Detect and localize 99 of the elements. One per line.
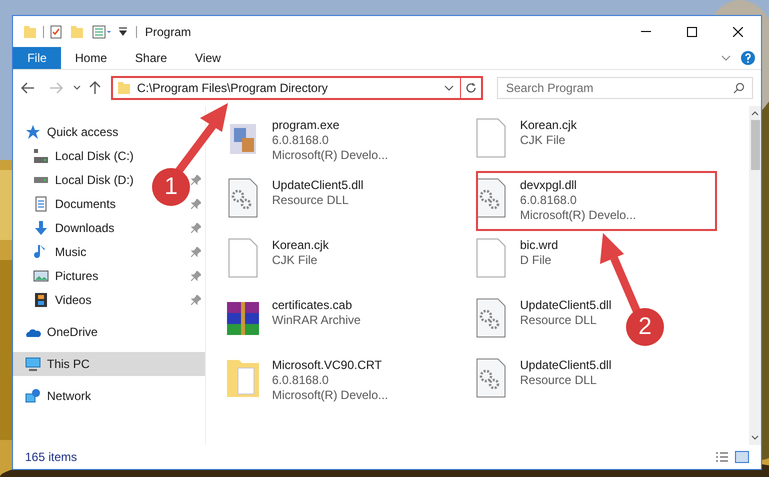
file-name: UpdateClient5.dll	[520, 298, 612, 313]
details-view-icon[interactable]	[715, 452, 729, 462]
help-icon[interactable]	[741, 51, 755, 65]
pin-icon[interactable]	[191, 271, 201, 281]
file-name: program.exe	[272, 118, 340, 133]
checkmark-document-icon[interactable]	[50, 24, 62, 38]
file-name: Korean.cjk	[272, 238, 329, 253]
up-arrow-icon[interactable]	[89, 81, 101, 95]
gear-file-icon	[226, 178, 260, 218]
drive-icon	[33, 148, 49, 164]
file-detail: Microsoft(R) Develo...	[272, 388, 388, 403]
scroll-down-icon[interactable]	[751, 435, 759, 441]
star-icon	[25, 124, 41, 140]
window-title: Program	[145, 24, 192, 40]
dropdown-icon[interactable]	[118, 27, 128, 36]
address-bar[interactable]: C:\Program Files\Program Directory	[111, 76, 483, 100]
sidebar-item[interactable]: Videos	[55, 291, 92, 309]
blank-file-icon	[474, 238, 508, 278]
maximize-icon	[687, 26, 697, 36]
address-path: C:\Program Files\Program Directory	[137, 80, 328, 97]
file-detail: 6.0.8168.0	[272, 373, 330, 388]
large-icons-view-icon[interactable]	[735, 451, 749, 463]
chevron-down-icon[interactable]	[721, 55, 731, 61]
file-name: bic.wrd	[520, 238, 558, 253]
file-detail: 6.0.8168.0	[520, 193, 578, 208]
gear-file-icon	[474, 298, 508, 338]
file-name: Korean.cjk	[520, 118, 577, 133]
search-field[interactable]: Search Program	[497, 77, 753, 99]
file-detail: Resource DLL	[520, 313, 598, 328]
pin-icon[interactable]	[191, 295, 201, 305]
file-menu-button[interactable]: File	[13, 47, 61, 69]
folder-icon	[226, 358, 260, 398]
sidebar-item[interactable]: This PC	[13, 352, 205, 376]
file-name: certificates.cab	[272, 298, 354, 313]
annotation-arrow	[174, 103, 228, 174]
gear-file-icon	[474, 358, 508, 398]
folder-icon	[117, 82, 131, 94]
download-arrow-icon	[33, 220, 49, 236]
file-detail: WinRAR Archive	[272, 313, 361, 328]
document-icon	[33, 196, 49, 212]
ribbon-tab[interactable]: Home	[61, 47, 122, 69]
cloud-icon	[25, 327, 41, 337]
monitor-icon	[25, 356, 41, 372]
scroll-up-icon[interactable]	[751, 110, 759, 116]
drive-icon	[33, 176, 49, 184]
file-item[interactable]: certificates.cab WinRAR Archive	[226, 298, 361, 338]
properties-icon[interactable]	[92, 24, 112, 38]
blank-file-icon	[474, 118, 508, 158]
search-icon[interactable]	[733, 82, 745, 94]
sidebar-item[interactable]: Quick access	[13, 120, 205, 144]
file-item[interactable]: Microsoft.VC90.CRT 6.0.8168.0 Microsoft(R) Develo...	[226, 358, 388, 403]
item-count: 165 items	[25, 449, 78, 466]
pin-icon[interactable]	[191, 175, 201, 185]
chevron-down-icon[interactable]	[73, 85, 81, 91]
scroll-thumb[interactable]	[750, 120, 760, 170]
pin-icon[interactable]	[191, 223, 201, 233]
file-name: devxpgl.dll	[520, 178, 578, 193]
pin-icon[interactable]	[191, 199, 201, 209]
film-icon	[33, 292, 49, 308]
blank-file-icon	[226, 238, 260, 278]
file-item[interactable]: program.exe 6.0.8168.0 Microsoft(R) Develo...	[226, 118, 388, 163]
file-detail: CJK File	[272, 253, 318, 268]
file-detail: Resource DLL	[272, 193, 350, 208]
ribbon-tab[interactable]: View	[181, 47, 235, 69]
sidebar-item[interactable]: OneDrive	[13, 320, 205, 344]
file-item[interactable]: UpdateClient5.dll Resource DLL	[226, 178, 364, 218]
sidebar-item[interactable]: Network	[13, 384, 205, 408]
file-detail: Microsoft(R) Develo...	[272, 148, 388, 163]
scrollbar[interactable]	[749, 106, 761, 445]
file-name: Microsoft.VC90.CRT	[272, 358, 383, 373]
file-detail: Resource DLL	[520, 373, 598, 388]
ribbon-tab[interactable]: Share	[121, 47, 182, 69]
network-icon	[25, 388, 41, 404]
forward-arrow-icon[interactable]	[49, 82, 63, 94]
file-item[interactable]: Korean.cjk CJK File	[226, 238, 329, 278]
sidebar-item[interactable]: Documents	[55, 195, 116, 213]
sidebar-item[interactable]: Pictures	[55, 267, 98, 285]
sidebar-item[interactable]: Music	[55, 243, 86, 261]
file-name: UpdateClient5.dll	[520, 358, 612, 373]
minimize-icon	[641, 31, 651, 32]
pin-icon[interactable]	[191, 247, 201, 257]
sidebar-item[interactable]: Local Disk (D:)	[55, 171, 134, 189]
back-arrow-icon[interactable]	[21, 82, 35, 94]
file-item[interactable]: Korean.cjk CJK File	[474, 118, 577, 158]
sidebar-item[interactable]: Local Disk (C:)	[55, 147, 134, 165]
file-item[interactable]: UpdateClient5.dll Resource DLL	[474, 298, 612, 338]
refresh-icon[interactable]	[465, 82, 477, 94]
file-item[interactable]: bic.wrd D File	[474, 238, 558, 278]
sidebar-item[interactable]: Downloads	[55, 219, 114, 237]
file-detail: CJK File	[520, 133, 566, 148]
file-item[interactable]: devxpgl.dll 6.0.8168.0 Microsoft(R) Develo...	[474, 178, 636, 223]
file-detail: D File	[520, 253, 552, 268]
file-name: UpdateClient5.dll	[272, 178, 364, 193]
file-detail: 6.0.8168.0	[272, 133, 330, 148]
chevron-down-icon[interactable]	[444, 85, 454, 91]
file-detail: Microsoft(R) Develo...	[520, 208, 636, 223]
file-item[interactable]: UpdateClient5.dll Resource DLL	[474, 358, 612, 398]
close-icon	[733, 26, 743, 36]
picture-icon	[33, 268, 49, 284]
